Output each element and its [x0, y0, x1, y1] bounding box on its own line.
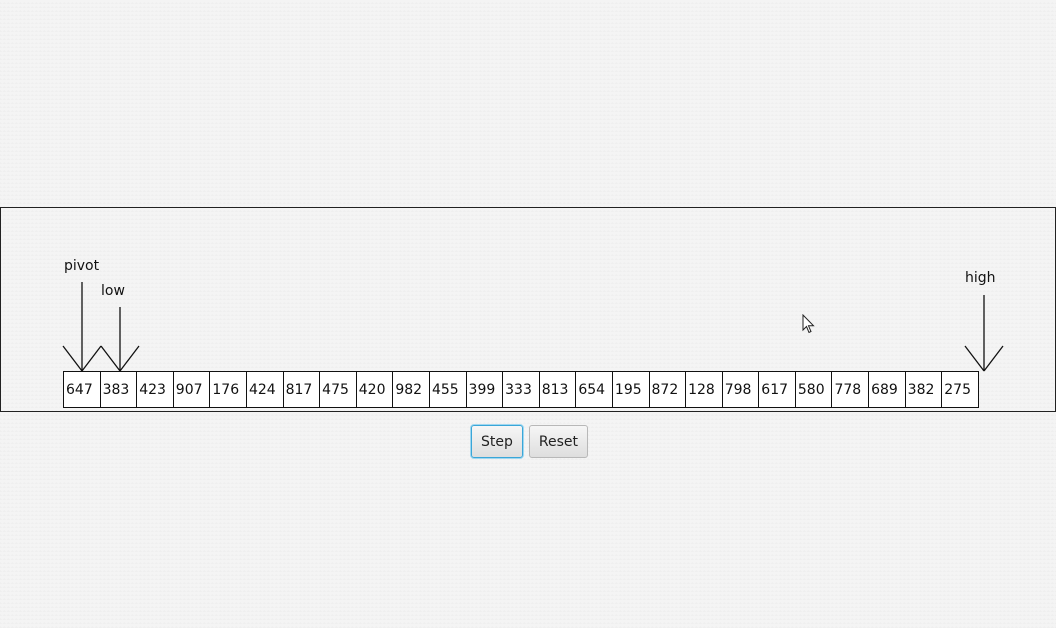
array-cell: 455 [428, 371, 467, 408]
array-cell: 176 [209, 371, 247, 408]
array-cell: 383 [99, 371, 138, 408]
array-row: 647 383 423 907 176 424 817 475 420 982 … [63, 371, 979, 408]
step-button[interactable]: Step [471, 425, 523, 458]
mouse-cursor-icon [802, 314, 815, 334]
low-label: low [101, 283, 125, 299]
array-cell: 647 [63, 371, 101, 408]
controls-bar: Step Reset [471, 425, 588, 458]
array-cell: 333 [502, 371, 540, 408]
pivot-arrow-icon [62, 282, 102, 372]
array-cell: 654 [575, 371, 613, 408]
array-cell: 689 [868, 371, 906, 408]
array-cell: 420 [355, 371, 394, 408]
low-arrow-icon [100, 307, 140, 372]
high-label: high [965, 270, 996, 286]
array-cell: 128 [685, 371, 723, 408]
array-cell: 982 [392, 371, 430, 408]
array-cell: 798 [721, 371, 760, 408]
array-cell: 399 [465, 371, 504, 408]
array-cell: 275 [941, 371, 979, 408]
array-cell: 195 [611, 371, 650, 408]
high-arrow-icon [964, 295, 1004, 372]
array-cell: 423 [136, 371, 174, 408]
pivot-label: pivot [64, 258, 100, 274]
array-cell: 778 [831, 371, 870, 408]
reset-button[interactable]: Reset [528, 425, 588, 458]
array-cell: 475 [319, 371, 357, 408]
array-cell: 382 [904, 371, 943, 408]
array-cell: 872 [648, 371, 687, 408]
array-cell: 580 [794, 371, 833, 408]
array-cell: 617 [758, 371, 796, 408]
visualization-pane: pivot low high 647 383 423 907 176 424 8… [0, 207, 1056, 412]
array-cell: 817 [282, 371, 321, 408]
array-cell: 907 [172, 371, 211, 408]
array-cell: 813 [538, 371, 577, 408]
array-cell: 424 [245, 371, 284, 408]
